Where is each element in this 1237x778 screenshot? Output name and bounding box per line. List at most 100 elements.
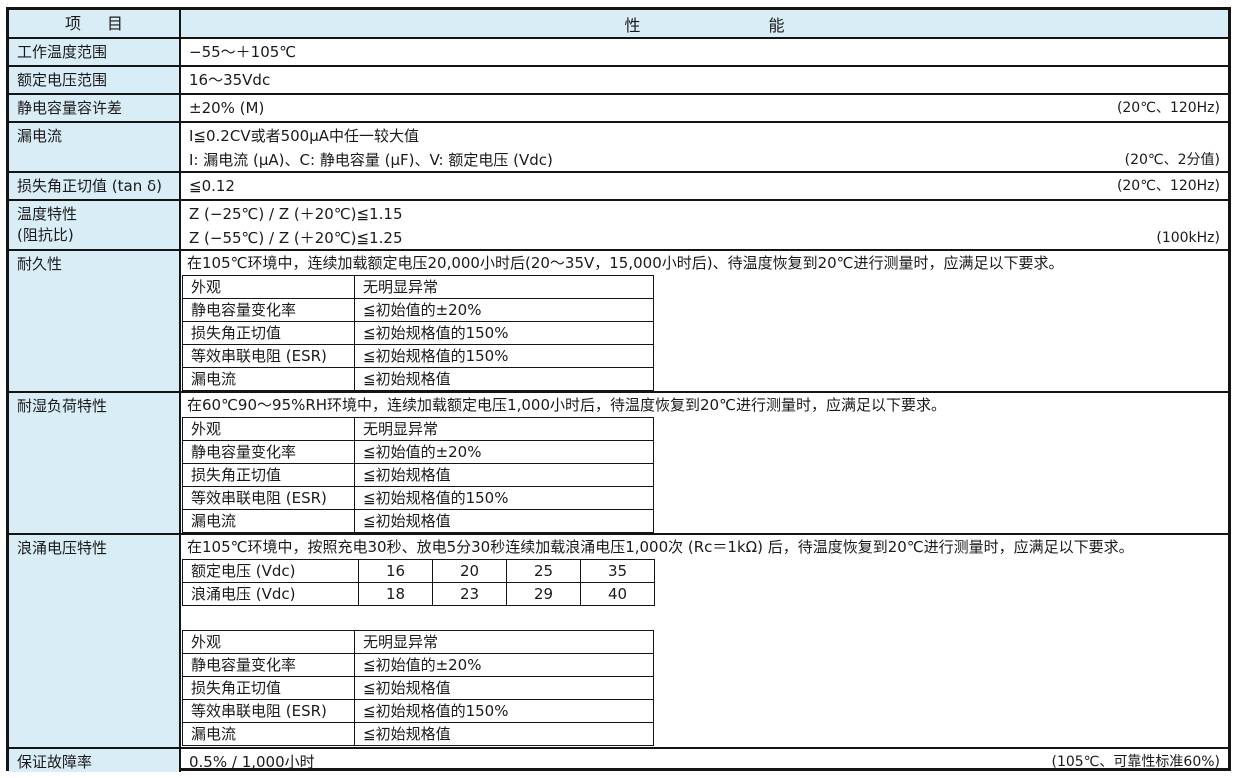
item-label: 漏电流 <box>9 123 181 171</box>
spec-row: 静电容量变化率 ≦初始值的±20% <box>183 654 654 677</box>
surge-voltage-table: 额定电压 (Vdc) 16 20 25 35 浪涌电压 (Vdc) 18 23 … <box>182 559 655 606</box>
spec-row: 外观 无明显异常 <box>183 276 654 299</box>
spec-label: 外观 <box>183 418 355 441</box>
rated-voltage-label: 额定电压 (Vdc) <box>183 560 359 583</box>
spec-label: 等效串联电阻 (ESR) <box>183 345 355 368</box>
item-label-line1: 温度特性 <box>17 204 173 225</box>
spec-value: ≦初始值的±20% <box>355 299 654 322</box>
spec-label: 等效串联电阻 (ESR) <box>183 700 355 723</box>
test-condition: (20℃、120Hz) <box>1105 175 1220 197</box>
row-leakage-current: 漏电流 I≦0.2CV或者500μA中任一较大值 I: 漏电流 (μA)、C: … <box>9 121 1228 171</box>
spec-value: ≦初始规格值的150% <box>355 322 654 345</box>
capacitance-tolerance-value: ±20% (M) <box>189 97 264 119</box>
item-label: 额定电压范围 <box>9 67 181 93</box>
item-label: 浪涌电压特性 <box>9 535 181 747</box>
spacer <box>181 606 1228 630</box>
rated-voltage-value: 25 <box>507 560 581 583</box>
spec-row: 损失角正切值 ≦初始规格值 <box>183 677 654 700</box>
tan-delta-value: ≦0.12 <box>189 175 235 197</box>
spec-row: 漏电流 ≦初始规格值 <box>183 723 654 746</box>
row-capacitance-tolerance: 静电容量容许差 ±20% (M) (20℃、120Hz) <box>9 93 1228 121</box>
item-label: 保证故障率 <box>9 749 181 772</box>
item-label: 耐湿负荷特性 <box>9 393 181 533</box>
row-guaranteed-failure-rate: 保证故障率 0.5% / 1,000小时 (105℃、可靠性标准60%) <box>9 747 1228 772</box>
spec-value: ≦初始规格值 <box>355 464 654 487</box>
spec-row: 等效串联电阻 (ESR) ≦初始规格值的150% <box>183 487 654 510</box>
row-tan-delta: 损失角正切值 (tan δ) ≦0.12 (20℃、120Hz) <box>9 171 1228 199</box>
spec-row: 损失角正切值 ≦初始规格值的150% <box>183 322 654 345</box>
endurance-spec-table: 外观 无明显异常 静电容量变化率 ≦初始值的±20% 损失角正切值 ≦初始规格值… <box>182 275 654 391</box>
header-performance-cell: 性能 <box>181 10 1228 37</box>
surge-voltage-value: 18 <box>359 583 433 606</box>
spec-value: 无明显异常 <box>355 276 654 299</box>
surge-voltage-label: 浪涌电压 (Vdc) <box>183 583 359 606</box>
spec-value: ≦初始规格值的150% <box>355 345 654 368</box>
spec-label: 外观 <box>183 631 355 654</box>
rated-voltage-value: 16 <box>359 560 433 583</box>
spec-table: 项目 性能 工作温度范围 −55～＋105℃ 额定电压范围 16～35Vdc <box>6 7 1231 771</box>
failure-rate-value: 0.5% / 1,000小时 <box>189 751 315 773</box>
row-surge-voltage: 浪涌电压特性 在105℃环境中，按照充电30秒、放电5分30秒连续加载浪涌电压1… <box>9 533 1228 747</box>
spec-label: 漏电流 <box>183 510 355 533</box>
surge-voltage-value: 23 <box>433 583 507 606</box>
operating-temperature-value: −55～＋105℃ <box>189 41 296 63</box>
spec-value: ≦初始规格值的150% <box>355 700 654 723</box>
test-condition: (100kHz) <box>1144 227 1220 249</box>
rated-voltage-value: 20 <box>433 560 507 583</box>
item-label: 静电容量容许差 <box>9 95 181 121</box>
surge-voltage-value: 40 <box>581 583 655 606</box>
spec-row: 等效串联电阻 (ESR) ≦初始规格值的150% <box>183 700 654 723</box>
spec-label: 漏电流 <box>183 723 355 746</box>
header-performance-label: 性能 <box>496 12 912 36</box>
row-temperature-characteristics: 温度特性 (阻抗比) Z (−25℃) / Z (＋20℃)≦1.15 Z (−… <box>9 199 1228 249</box>
rated-voltage-row: 额定电压 (Vdc) 16 20 25 35 <box>183 560 655 583</box>
spec-label: 损失角正切值 <box>183 464 355 487</box>
item-label: 损失角正切值 (tan δ) <box>9 173 181 199</box>
spec-label: 漏电流 <box>183 368 355 391</box>
humidity-test-conditions: 在60℃90～95%RH环境中，连续加载额定电压1,000小时后，待温度恢复到2… <box>181 393 1228 417</box>
leakage-current-formula: I≦0.2CV或者500μA中任一较大值 <box>189 125 419 147</box>
spec-row: 漏电流 ≦初始规格值 <box>183 368 654 391</box>
spec-row: 外观 无明显异常 <box>183 631 654 654</box>
item-label: 耐久性 <box>9 251 181 391</box>
item-label: 工作温度范围 <box>9 39 181 65</box>
spec-label: 损失角正切值 <box>183 677 355 700</box>
row-humidity-load: 耐湿负荷特性 在60℃90～95%RH环境中，连续加载额定电压1,000小时后，… <box>9 391 1228 533</box>
row-operating-temperature: 工作温度范围 −55～＋105℃ <box>9 37 1228 65</box>
spec-value: 无明显异常 <box>355 418 654 441</box>
header-row: 项目 性能 <box>9 10 1228 37</box>
spec-value: ≦初始规格值 <box>355 723 654 746</box>
spec-value: ≦初始规格值的150% <box>355 487 654 510</box>
spec-row: 等效串联电阻 (ESR) ≦初始规格值的150% <box>183 345 654 368</box>
humidity-spec-table: 外观 无明显异常 静电容量变化率 ≦初始值的±20% 损失角正切值 ≦初始规格值… <box>182 417 654 533</box>
spec-value: ≦初始规格值 <box>355 368 654 391</box>
spec-row: 损失角正切值 ≦初始规格值 <box>183 464 654 487</box>
spec-label: 静电容量变化率 <box>183 441 355 464</box>
rated-voltage-range-value: 16～35Vdc <box>189 69 270 91</box>
spec-value: ≦初始规格值 <box>355 677 654 700</box>
header-item-label: 项目 <box>39 13 149 34</box>
item-label-line2: (阻抗比) <box>17 225 173 246</box>
test-condition: (105℃、可靠性标准60%) <box>1040 751 1221 773</box>
test-condition: (20℃、120Hz) <box>1105 97 1220 119</box>
spec-value: ≦初始规格值 <box>355 510 654 533</box>
spec-label: 外观 <box>183 276 355 299</box>
surge-voltage-value: 29 <box>507 583 581 606</box>
impedance-ratio-line1: Z (−25℃) / Z (＋20℃)≦1.15 <box>189 203 403 225</box>
impedance-ratio-line2: Z (−55℃) / Z (＋20℃)≦1.25 <box>189 227 403 249</box>
spec-label: 静电容量变化率 <box>183 654 355 677</box>
row-endurance: 耐久性 在105℃环境中，连续加载额定电压20,000小时后(20～35V，15… <box>9 249 1228 391</box>
spec-label: 损失角正切值 <box>183 322 355 345</box>
test-condition: (20℃、2分值) <box>1113 149 1220 171</box>
spec-value: ≦初始值的±20% <box>355 441 654 464</box>
spec-row: 漏电流 ≦初始规格值 <box>183 510 654 533</box>
header-item-cell: 项目 <box>9 10 181 37</box>
spec-row: 静电容量变化率 ≦初始值的±20% <box>183 299 654 322</box>
surge-test-conditions: 在105℃环境中，按照充电30秒、放电5分30秒连续加载浪涌电压1,000次 (… <box>181 535 1228 559</box>
row-rated-voltage-range: 额定电压范围 16～35Vdc <box>9 65 1228 93</box>
spec-label: 静电容量变化率 <box>183 299 355 322</box>
leakage-current-legend: I: 漏电流 (μA)、C: 静电容量 (μF)、V: 额定电压 (Vdc) <box>189 149 553 171</box>
spec-value: 无明显异常 <box>355 631 654 654</box>
spec-value: ≦初始值的±20% <box>355 654 654 677</box>
surge-spec-table: 外观 无明显异常 静电容量变化率 ≦初始值的±20% 损失角正切值 ≦初始规格值… <box>182 630 654 746</box>
